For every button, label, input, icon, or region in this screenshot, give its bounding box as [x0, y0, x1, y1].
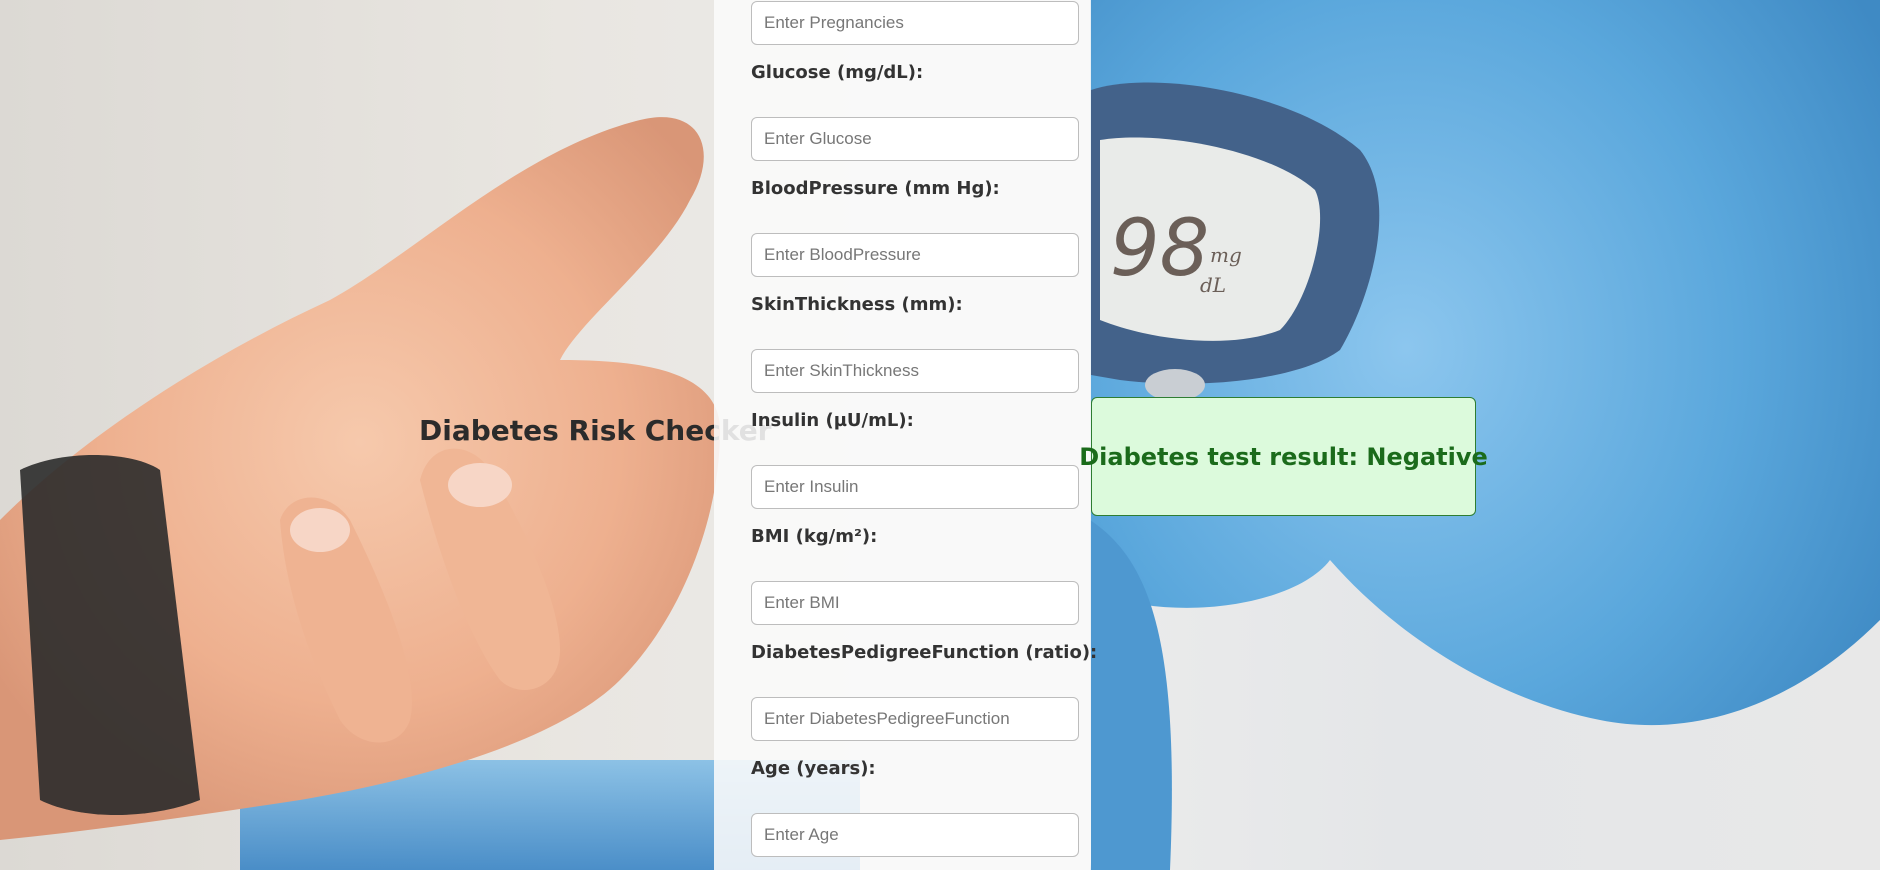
pregnancies-input[interactable]: [751, 1, 1079, 45]
prediction-form: Glucose (mg/dL): BloodPressure (mm Hg): …: [714, 0, 1097, 870]
insulin-label: Insulin (µU/mL):: [751, 410, 914, 431]
pedigree-label: DiabetesPedigreeFunction (ratio):: [751, 642, 1098, 663]
bmi-label: BMI (kg/m²):: [751, 526, 878, 547]
pedigree-input[interactable]: [751, 697, 1079, 741]
meter-unit-top: mg: [1210, 243, 1242, 267]
glucose-label: Glucose (mg/dL):: [751, 62, 924, 83]
result-box: Diabetes test result: Negative: [1079, 397, 1488, 516]
skin-thickness-input[interactable]: [751, 349, 1079, 393]
insulin-input[interactable]: [751, 465, 1079, 509]
meter-unit-bottom: dL: [1200, 273, 1226, 297]
result-text: Diabetes test result: Negative: [1079, 442, 1488, 471]
meter-reading: 98: [1110, 204, 1209, 294]
age-input[interactable]: [751, 813, 1079, 857]
blood-pressure-label: BloodPressure (mm Hg):: [751, 178, 1000, 199]
bmi-input[interactable]: [751, 581, 1079, 625]
glucose-input[interactable]: [751, 117, 1079, 161]
blood-pressure-input[interactable]: [751, 233, 1079, 277]
skin-thickness-label: SkinThickness (mm):: [751, 294, 963, 315]
age-label: Age (years):: [751, 758, 876, 779]
